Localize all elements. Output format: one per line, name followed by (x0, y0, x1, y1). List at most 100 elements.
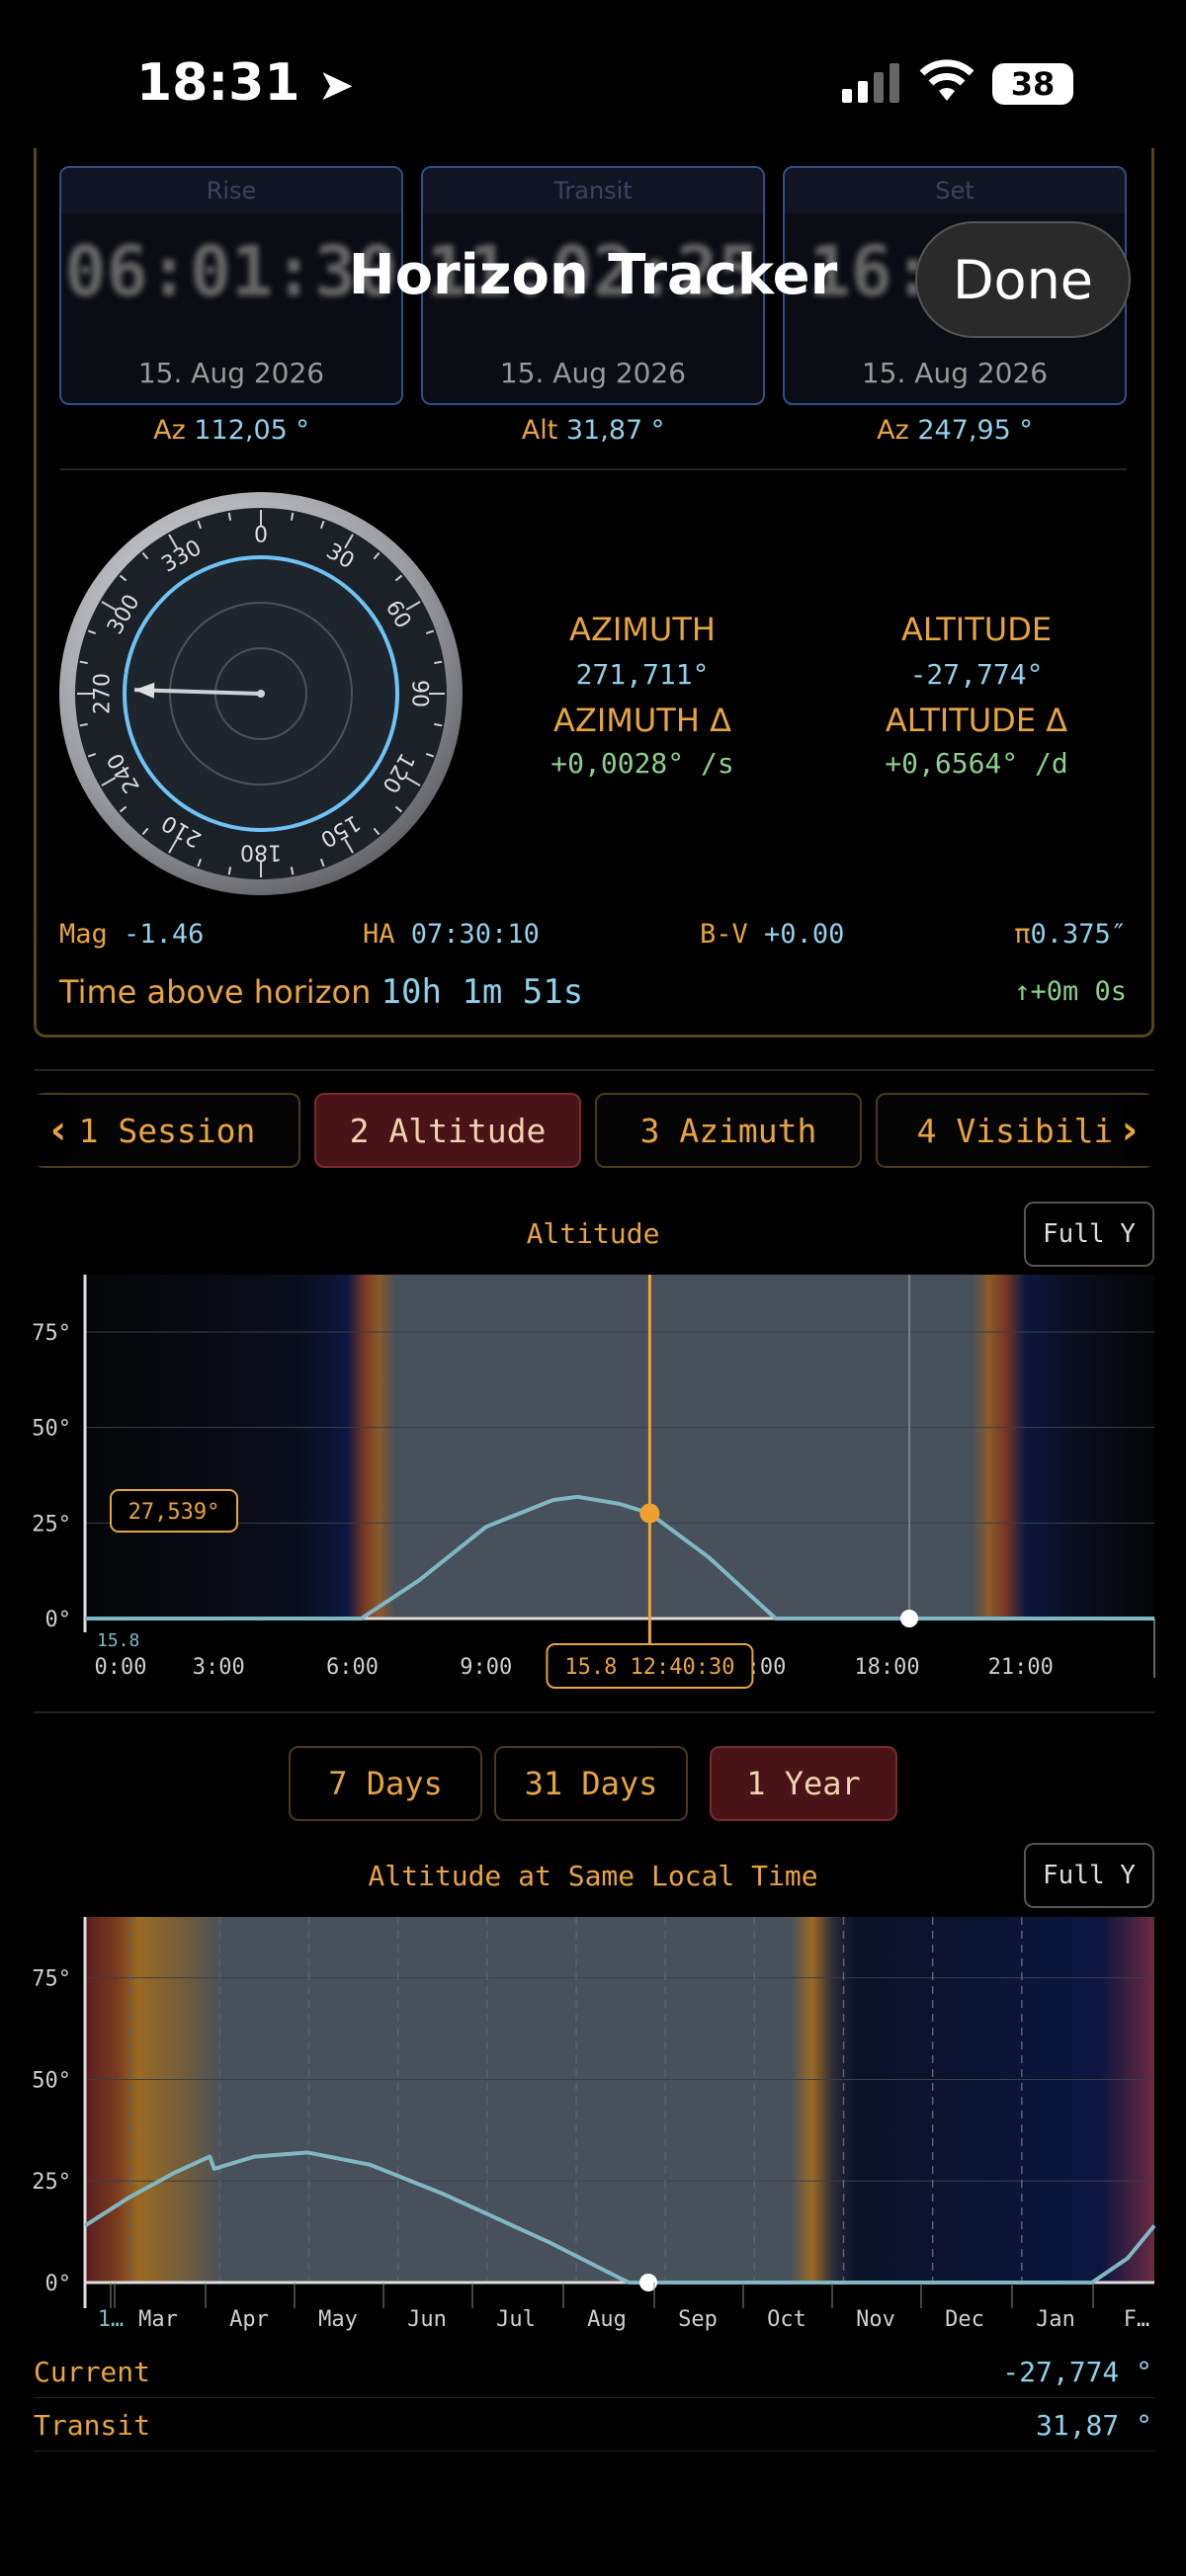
above-trend: ↑+0m 0s (1014, 976, 1127, 1007)
year-xtick: F… (1124, 2307, 1150, 2332)
altitude-ytick: 0° (45, 1608, 72, 1632)
altitude-value: -27,774° (909, 658, 1044, 691)
altitude-chart[interactable]: 0° 25° 50° 75° 27,539° 15.8 0:00 3:00 6:00 9:00 15… (0, 1265, 1186, 1703)
bv-label: B-V (700, 919, 748, 950)
range-7-days-button[interactable]: 7 Days (289, 1746, 482, 1821)
azimuth-label: AZIMUTH (569, 611, 716, 648)
compass-tick (434, 660, 443, 665)
altitude-cursor-label: 15.8 12:40:30 (564, 1655, 734, 1680)
parallax: π0.375″ (1014, 919, 1127, 950)
tab-altitude[interactable]: 2 Altitude (314, 1093, 581, 1168)
altitude-full-y-button[interactable]: Full Y (1024, 1202, 1154, 1267)
altitude-cursor-point (639, 1503, 660, 1524)
altitude-value-label: 27,539° (128, 1500, 220, 1525)
tab-altitude-label: 2 Altitude (349, 1111, 547, 1150)
compass-label: 90 (407, 680, 432, 707)
summary-divider (34, 2397, 1154, 2398)
year-xtick: Nov (856, 2307, 895, 2332)
transit-label: Transit (34, 2409, 151, 2442)
divider-2 (34, 1711, 1154, 1713)
pi-label: π (1014, 919, 1031, 950)
year-chart-title: Altitude at Same Local Time (368, 1860, 818, 1892)
year-xtick: Dec (945, 2307, 984, 2332)
altitude-label: ALTITUDE (900, 611, 1053, 648)
tab-azimuth-label: 3 Azimuth (639, 1111, 817, 1150)
compass-tick (227, 867, 232, 875)
panel-divider (59, 468, 1127, 470)
altitude-chart-background (85, 1275, 1154, 1619)
year-xtick: Jan (1036, 2307, 1075, 2332)
compass-label: 0 (254, 524, 268, 548)
compass-tick (227, 512, 232, 521)
ha-label: HA (363, 919, 395, 950)
mag-value: -1.46 (124, 919, 205, 950)
range-1-year-button[interactable]: 1 Year (710, 1746, 897, 1821)
year-chart-background (85, 1917, 1154, 2283)
range-7-label: 7 Days (328, 1765, 443, 1802)
color-index: B-V +0.00 (700, 919, 844, 950)
pi-value: 0.375″ (1030, 919, 1127, 950)
compass-label: 180 (240, 840, 282, 865)
altitude-xtick: 18:00 (854, 1655, 919, 1680)
location-arrow-icon: ➤ (317, 60, 355, 111)
year-ytick: 50° (32, 2068, 71, 2093)
time-above-horizon: Time above horizon 10h 1m 51s (59, 972, 583, 1012)
altitude-ytick: 75° (32, 1321, 71, 1346)
year-xtick: 1… (98, 2307, 125, 2332)
tabs-scroll-right-icon[interactable]: › (1105, 1095, 1154, 1166)
bv-value: +0.00 (764, 919, 845, 950)
year-xtick: Jul (496, 2307, 536, 2332)
altitude-xtick: 9:00 (460, 1655, 512, 1680)
divider (34, 1069, 1154, 1071)
altitude-delta-label: ALTITUDE Δ (885, 702, 1068, 739)
compass-tick (290, 512, 295, 521)
year-xtick: Apr (229, 2307, 269, 2332)
azimuth-value: 271,711° (575, 658, 710, 691)
compass-tick (79, 722, 88, 727)
year-ytick: 25° (32, 2170, 71, 2195)
altitude-now-marker (900, 1610, 919, 1627)
azimuth-delta-value: +0,0028° /s (551, 747, 734, 780)
year-full-y-button[interactable]: Full Y (1024, 1843, 1154, 1908)
clock-text: 18:31 (136, 53, 300, 113)
status-time: 18:31 ➤ (136, 53, 355, 113)
tab-visibility-label: 4 Visibili (916, 1111, 1114, 1150)
range-31-days-button[interactable]: 31 Days (494, 1746, 688, 1821)
altitude-ytick: 50° (32, 1417, 71, 1442)
year-xtick: May (318, 2307, 358, 2332)
altitude-xtick: 21:00 (988, 1655, 1054, 1680)
above-value: 10h 1m 51s (381, 972, 584, 1012)
year-xtick: Aug (587, 2307, 627, 2332)
year-ytick: 75° (32, 1967, 71, 1992)
range-year-label: 1 Year (746, 1765, 861, 1802)
tab-session-label: 1 Session (78, 1111, 256, 1150)
magnitude: Mag -1.46 (59, 919, 204, 950)
altitude-date-tag: 15.8 (97, 1630, 139, 1651)
altitude-xtick: 0:00 (95, 1655, 147, 1680)
azimuth-delta-label: AZIMUTH Δ (553, 702, 731, 739)
year-xtick: Mar (138, 2307, 178, 2332)
compass-dial: 0 30 60 90 120 150 180 210 240 270 300 330 (57, 490, 465, 901)
battery-icon: 38 (992, 63, 1073, 105)
year-chart[interactable]: 0° 25° 50° 75° 1… Mar Apr May Jun Jul Aug Sep Oct Nov… (0, 1907, 1186, 2336)
hour-angle: HA 07:30:10 (363, 919, 540, 950)
altitude-ytick: 25° (32, 1512, 71, 1537)
current-value: -27,774 ° (1002, 2356, 1152, 2388)
altitude-chart-title: Altitude (526, 1217, 660, 1250)
mag-label: Mag (59, 919, 108, 950)
current-label: Current (34, 2356, 151, 2388)
altitude-xtick: 3:00 (193, 1655, 245, 1680)
year-xtick: Sep (678, 2307, 718, 2332)
range-31-label: 31 Days (524, 1765, 658, 1802)
above-label: Time above horizon (59, 973, 372, 1011)
year-ytick: 0° (45, 2272, 72, 2296)
signal-icon (842, 63, 901, 107)
compass-tick (290, 867, 295, 875)
wifi-icon (919, 59, 974, 107)
altitude-xtick: 6:00 (326, 1655, 379, 1680)
compass-tick (434, 722, 443, 727)
tab-azimuth[interactable]: 3 Azimuth (595, 1093, 862, 1168)
tabs-scroll-left-icon[interactable]: ‹ (34, 1095, 83, 1166)
ha-value: 07:30:10 (410, 919, 540, 950)
altitude-delta-value: +0,6564° /d (885, 747, 1068, 780)
